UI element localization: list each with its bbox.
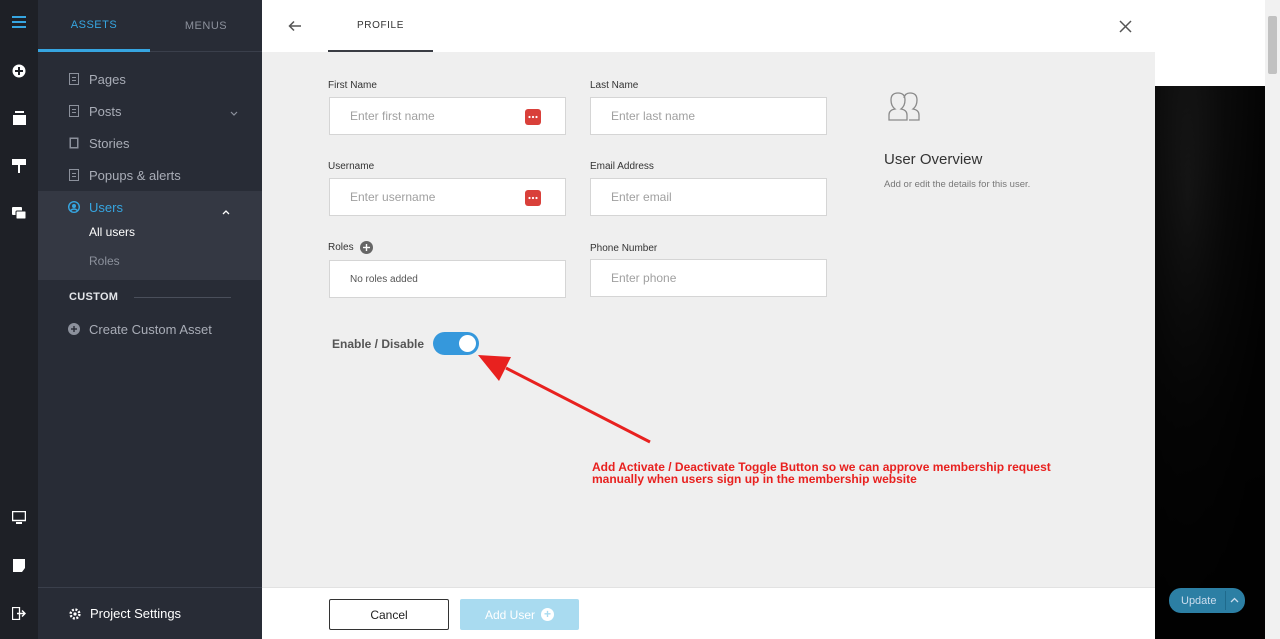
sidebar-item-label: Users [89,199,123,215]
create-custom-asset-button[interactable]: Create Custom Asset [68,319,212,339]
layers-icon[interactable] [9,108,29,128]
note-icon[interactable] [9,555,29,575]
add-circle-icon [68,323,80,336]
sidebar-item-pages[interactable]: Pages [68,69,126,89]
background-photo [1155,86,1265,639]
sidebar-item-label: Posts [89,103,122,119]
add-user-button[interactable]: Add User + [460,599,579,630]
sidebar-item-posts[interactable]: Posts [68,101,238,121]
sidebar-item-stories[interactable]: Stories [68,133,129,153]
post-icon [68,105,80,118]
sidebar: ASSETS MENUS Pages Posts Stories Popups … [38,0,262,639]
sidebar-subitem-all-users[interactable]: All users [89,225,135,239]
cancel-button[interactable]: Cancel [329,599,449,630]
sidebar-item-popups[interactable]: Popups & alerts [68,165,181,185]
chevron-down-icon[interactable] [230,105,238,120]
tab-menus[interactable]: MENUS [150,0,262,52]
scrollbar-thumb[interactable] [1268,16,1277,74]
hamburger-menu-icon[interactable] [9,12,29,32]
tab-assets[interactable]: ASSETS [38,0,150,52]
chevron-up-icon[interactable] [222,203,230,218]
update-button[interactable]: Update [1169,588,1245,613]
gear-icon [69,607,81,620]
page-icon [68,73,80,86]
sidebar-item-label: Popups & alerts [89,167,181,183]
add-circle-icon[interactable] [9,61,29,81]
sidebar-tabs: ASSETS MENUS [38,0,262,52]
panel-footer: Cancel Add User + [262,587,1155,639]
sidebar-item-users[interactable]: Users [68,197,230,217]
desktop-preview-icon[interactable] [9,507,29,527]
popup-icon [68,169,80,182]
create-custom-asset-label: Create Custom Asset [89,321,212,337]
custom-section-heading: CUSTOM [69,291,119,303]
sign-out-icon[interactable] [9,603,29,623]
sidebar-item-label: Stories [89,135,130,151]
page-scrollbar[interactable] [1265,0,1280,639]
plus-circle-icon: + [541,608,555,621]
story-icon [68,137,80,150]
project-settings-button[interactable]: Project Settings [38,587,262,639]
annotation-note: Add Activate / Deactivate Toggle Button … [592,460,1051,486]
annotation-arrow [478,355,651,444]
icon-rail [0,0,38,639]
update-label: Update [1181,594,1217,607]
comments-icon[interactable] [9,203,29,223]
user-circle-icon [68,201,80,214]
paint-roller-icon[interactable] [9,156,29,176]
sidebar-subitem-roles[interactable]: Roles [89,254,120,268]
user-editor-panel: PROFILE First Name Last Name Username Em… [262,0,1155,639]
divider [134,297,231,298]
project-settings-label: Project Settings [90,606,182,621]
add-user-label: Add User [484,607,536,622]
sidebar-item-label: Pages [89,71,126,87]
site-preview: Update [1155,0,1265,639]
chevron-up-icon[interactable] [1230,593,1239,610]
